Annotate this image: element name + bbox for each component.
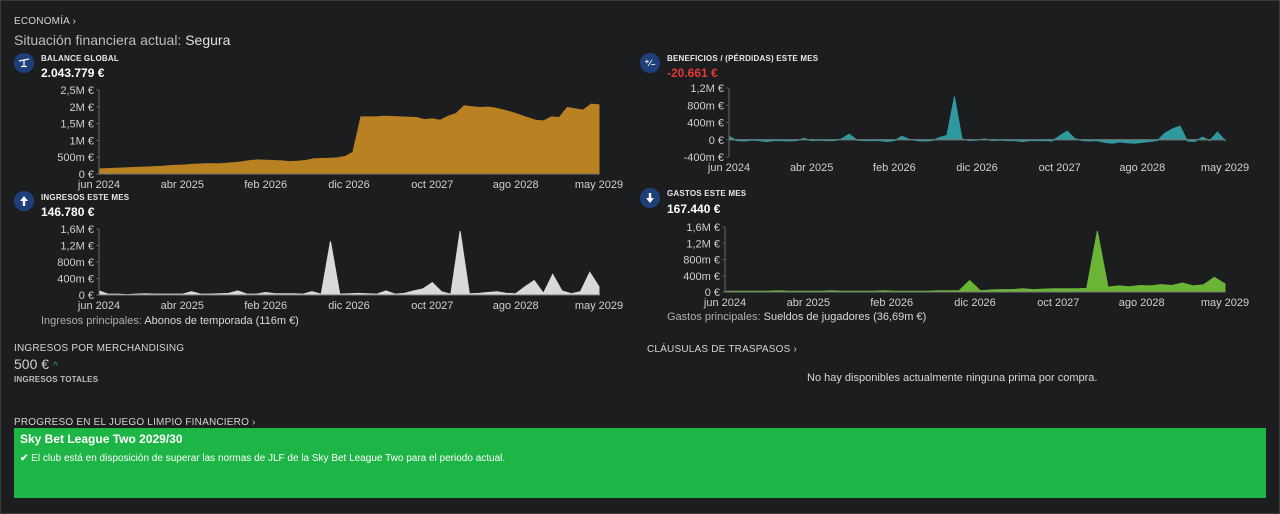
ffp-message: El club está en disposición de superar l… [31, 453, 506, 464]
expenses-y-tick: 1,6M € [686, 222, 720, 234]
income-area [98, 230, 600, 296]
income-x-tick: ago 2028 [493, 300, 539, 312]
income-x-tick: feb 2026 [244, 300, 287, 312]
chevron-right-icon: › [252, 417, 256, 428]
income-note-value: Abonos de temporada (116m €) [144, 315, 299, 327]
profit-y-tick: 800m € [687, 100, 724, 112]
balance-area [98, 103, 600, 175]
income-y-tick: 1,6M € [60, 224, 94, 236]
balance-value: 2.043.779 € [41, 66, 105, 80]
expenses-y-tick: 800m € [683, 255, 720, 267]
profit-y-tick: 0 € [709, 135, 724, 147]
income-x-tick: abr 2025 [161, 300, 204, 312]
merchandising-value: 500 € ^ [14, 356, 58, 372]
expenses-title: GASTOS ESTE MES [667, 189, 747, 198]
expenses-y-tick: 1,2M € [686, 238, 720, 250]
profit-x-tick: jun 2024 [707, 162, 750, 174]
expenses-note-label: Gastos principales: [667, 311, 761, 323]
expenses-main-note: Gastos principales: Sueldos de jugadores… [667, 311, 926, 323]
transfer-empty-message: No hay disponibles actualmente ninguna p… [807, 372, 1098, 384]
profit-area [728, 96, 1226, 144]
merchandising-amount: 500 € [14, 356, 50, 372]
arrow-down-icon [640, 188, 660, 208]
expenses-x-tick: ago 2028 [1119, 297, 1165, 309]
ffp-link[interactable]: PROGRESO EN EL JUEGO LIMPIO FINANCIERO › [14, 417, 256, 428]
merchandising-link[interactable]: INGRESOS POR MERCHANDISING [14, 343, 184, 354]
scale-icon [14, 53, 34, 73]
balance-x-tick: dic 2026 [328, 179, 370, 191]
expenses-note-value: Sueldos de jugadores (36,69m €) [763, 311, 927, 323]
ffp-status-box: Sky Bet League Two 2029/30 ✔ El club est… [14, 428, 1266, 498]
income-value: 146.780 € [41, 205, 95, 219]
profit-x-tick: ago 2028 [1119, 162, 1165, 174]
income-x-tick: jun 2024 [77, 300, 120, 312]
profit-y-tick: 400m € [687, 118, 724, 130]
expenses-area [724, 230, 1226, 293]
profit-y-tick: 1,2M € [690, 83, 724, 95]
balance-x-tick: ago 2028 [493, 179, 539, 191]
ffp-competition: Sky Bet League Two 2029/30 [20, 432, 183, 446]
balance-y-tick: 1M € [70, 135, 94, 147]
profit-x-tick: dic 2026 [956, 162, 998, 174]
expenses-x-tick: oct 2027 [1037, 297, 1079, 309]
balance-y-tick: 2M € [70, 102, 94, 114]
checkmark-icon: ✔ [20, 453, 29, 464]
income-y-tick: 400m € [57, 274, 94, 286]
income-note-label: Ingresos principales: [41, 315, 142, 327]
chevron-right-icon: › [793, 344, 798, 355]
expenses-x-tick: dic 2026 [954, 297, 996, 309]
expenses-value: 167.440 € [667, 202, 721, 216]
financial-status: Situación financiera actual: Segura [14, 32, 230, 48]
income-x-tick: may 2029 [575, 300, 623, 312]
ffp-message-row: ✔ El club está en disposición de superar… [20, 453, 505, 464]
economy-link-label: ECONOMÍA [14, 16, 70, 27]
expenses-x-tick: jun 2024 [703, 297, 746, 309]
merchandising-link-label: INGRESOS POR MERCHANDISING [14, 343, 185, 354]
balance-chart: 0 €500m €1M €1,5M €2M €2,5M €jun 2024 abr… [57, 85, 623, 191]
transfer-clauses-label: CLÁUSULAS DE TRASPASOS [647, 344, 791, 355]
balance-x-tick: may 2029 [575, 179, 623, 191]
income-x-tick: oct 2027 [411, 300, 453, 312]
balance-x-tick: feb 2026 [244, 179, 287, 191]
balance-x-tick: abr 2025 [161, 179, 204, 191]
balance-y-tick: 2,5M € [60, 85, 94, 97]
profit-x-tick: may 2029 [1201, 162, 1249, 174]
balance-y-tick: 1,5M € [60, 119, 94, 131]
income-x-tick: dic 2026 [328, 300, 370, 312]
expenses-x-tick: abr 2025 [787, 297, 830, 309]
income-y-tick: 1,2M € [60, 241, 94, 253]
balance-x-tick: jun 2024 [77, 179, 120, 191]
profit-title: BENEFICIOS / (PÉRDIDAS) ESTE MES [667, 54, 819, 63]
expenses-x-tick: feb 2026 [870, 297, 913, 309]
profit-value: -20.661 € [667, 66, 718, 80]
income-main-note: Ingresos principales: Abonos de temporad… [41, 315, 299, 327]
expenses-x-tick: may 2029 [1201, 297, 1249, 309]
balance-y-tick: 500m € [57, 152, 94, 164]
economy-section-link[interactable]: ECONOMÍA › [14, 16, 76, 27]
transfer-clauses-link[interactable]: CLÁUSULAS DE TRASPASOS › [647, 344, 797, 355]
income-title: INGRESOS ESTE MES [41, 193, 130, 202]
profit-x-tick: abr 2025 [790, 162, 833, 174]
expenses-chart: 0 €400m €800m €1,2M €1,6M €jun 2024 abr 2… [683, 222, 1249, 309]
profit-x-tick: oct 2027 [1039, 162, 1081, 174]
arrow-up-icon [14, 191, 34, 211]
balance-x-tick: oct 2027 [411, 179, 453, 191]
income-y-tick: 800m € [57, 257, 94, 269]
profit-chart: -400m €0 €400m €800m €1,2M €jun 2024 abr … [684, 83, 1250, 174]
trend-up-icon: ^ [52, 361, 58, 372]
income-chart: 0 €400m €800m €1,2M €1,6M €jun 2024 abr 2… [57, 224, 623, 312]
expenses-y-tick: 400m € [683, 271, 720, 283]
profit-x-tick: feb 2026 [873, 162, 916, 174]
chevron-right-icon: › [72, 16, 77, 27]
balance-title: BALANCE GLOBAL [41, 54, 119, 63]
plus-minus-icon: ⁺∕₋ [640, 53, 660, 73]
financial-status-value: Segura [185, 32, 231, 48]
ffp-link-label: PROGRESO EN EL JUEGO LIMPIO FINANCIERO [14, 417, 250, 428]
financial-status-label: Situación financiera actual: [14, 32, 182, 48]
merchandising-sublabel: INGRESOS TOTALES [14, 375, 99, 384]
